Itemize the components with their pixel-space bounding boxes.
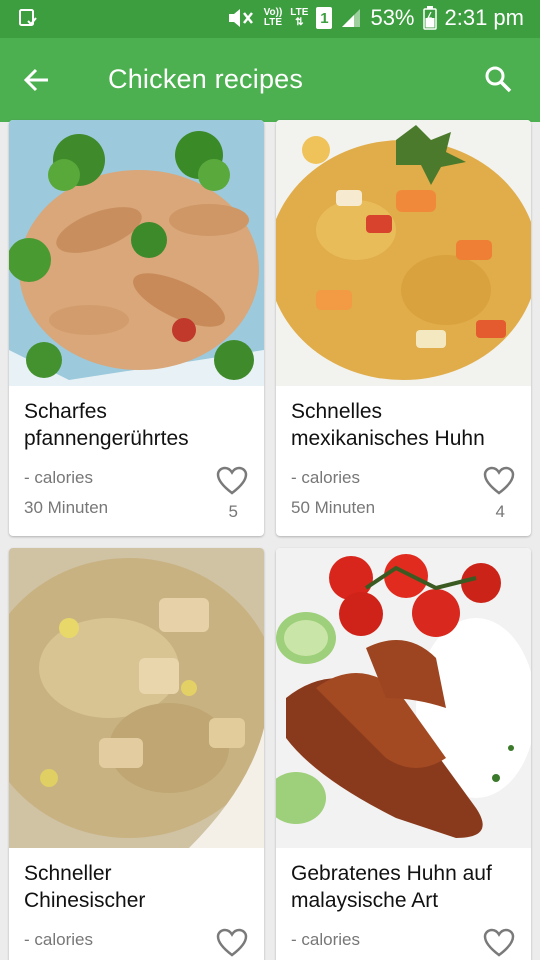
heart-icon[interactable] <box>216 466 248 496</box>
lte-icon: LTE ⇅ <box>290 7 309 28</box>
volte-bottom-label: LTE <box>263 17 283 28</box>
clock: 2:31 pm <box>444 5 525 30</box>
recipe-card[interactable]: Schneller Chinesischer - calories <box>9 548 264 960</box>
recipe-photo <box>9 120 264 386</box>
recipe-calories: - calories <box>291 930 360 949</box>
recipe-name-line2: malaysische Art <box>291 889 439 912</box>
app-bar: Chicken recipes <box>0 38 540 122</box>
recipe-calories: - calories <box>291 468 360 487</box>
search-icon[interactable] <box>484 65 512 93</box>
recipe-name: Scharfes pfannengerührtes <box>24 398 189 452</box>
sim-icon: 1 <box>316 7 333 29</box>
notification-icon <box>18 8 38 33</box>
recipe-card[interactable]: Scharfes pfannengerührtes - calories 30 … <box>9 120 264 536</box>
signal-icon <box>340 7 362 29</box>
recipe-name-line1: Gebratenes Huhn auf <box>291 862 492 885</box>
recipe-name-line2: mexikanisches Huhn <box>291 427 485 450</box>
recipe-name: Schnelles mexikanisches Huhn <box>291 398 485 452</box>
recipe-name: Schneller Chinesischer <box>24 860 145 914</box>
recipe-name-line2: Chinesischer <box>24 889 146 912</box>
recipe-calories: - calories <box>24 930 93 949</box>
recipe-time: 30 Minuten <box>24 498 109 517</box>
recipe-name-line1: Schnelles <box>291 400 383 423</box>
recipe-time: 50 Minuten <box>291 498 376 517</box>
volte-icon: Vo)) LTE <box>264 8 283 28</box>
like-count: 4 <box>495 502 505 521</box>
mute-icon <box>226 7 256 29</box>
recipe-card[interactable]: Gebratenes Huhn auf malaysische Art - ca… <box>276 548 531 960</box>
recipe-name-line1: Schneller <box>24 862 112 885</box>
back-arrow-icon[interactable] <box>22 66 50 94</box>
recipe-name: Gebratenes Huhn auf malaysische Art <box>291 860 492 914</box>
heart-icon[interactable] <box>483 928 515 958</box>
recipe-photo <box>276 548 531 848</box>
recipe-photo <box>9 548 264 848</box>
recipe-card[interactable]: Schnelles mexikanisches Huhn - calories … <box>276 120 531 536</box>
battery-percent: 53% <box>370 5 415 30</box>
sim-label: 1 <box>320 9 329 27</box>
recipe-calories: - calories <box>24 468 93 487</box>
recipe-name-line2: pfannengerührtes <box>24 427 189 450</box>
recipe-photo <box>276 120 531 386</box>
status-bar: Vo)) LTE LTE ⇅ 1 53% 2:31 pm <box>0 0 540 38</box>
like-count: 5 <box>228 502 238 521</box>
recipe-name-line1: Scharfes <box>24 400 107 423</box>
heart-icon[interactable] <box>216 928 248 958</box>
heart-icon[interactable] <box>483 466 515 496</box>
battery-icon <box>422 6 437 30</box>
page-title: Chicken recipes <box>108 64 304 94</box>
